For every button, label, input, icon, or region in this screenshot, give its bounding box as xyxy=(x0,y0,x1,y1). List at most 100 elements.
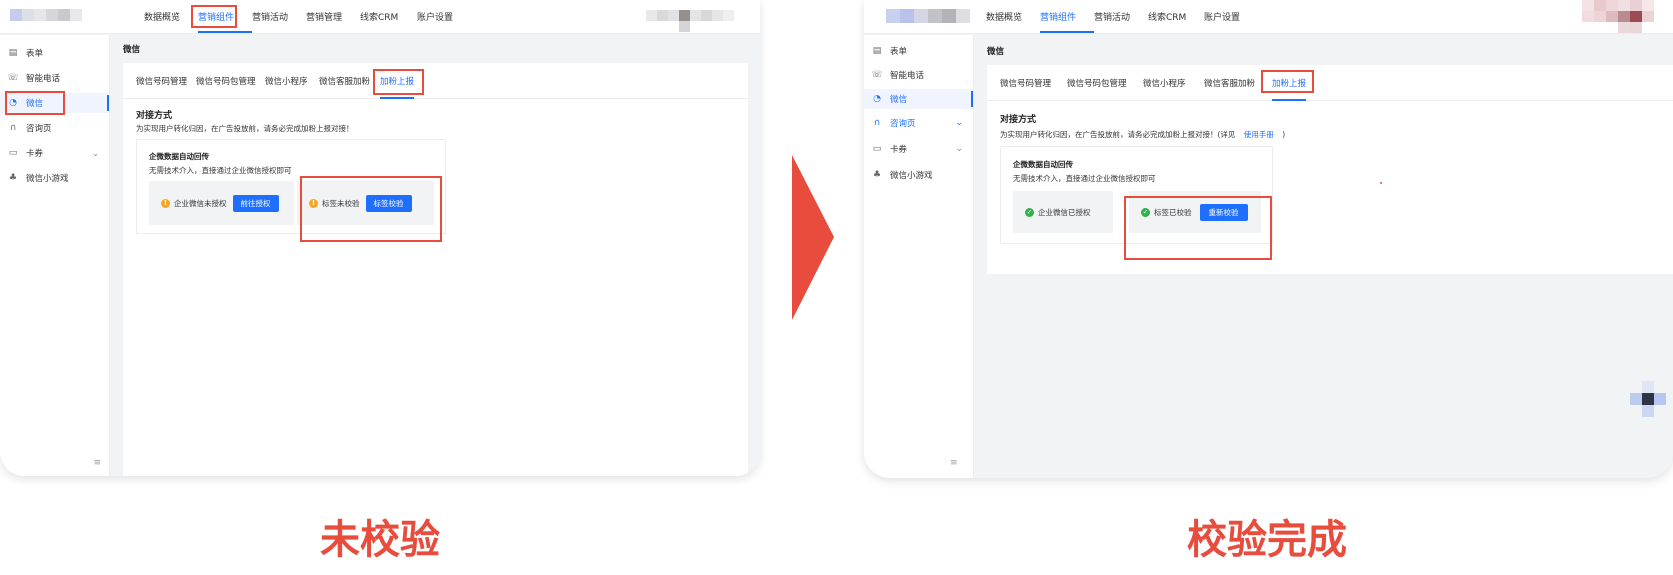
check-circle-icon: ✓ xyxy=(1025,207,1034,217)
floating-widget-mosaic[interactable] xyxy=(1630,381,1666,417)
section-title: 对接方式 xyxy=(1000,115,1037,125)
tab-wechat-service-follow[interactable]: 微信客服加粉 xyxy=(1204,65,1255,100)
nav-label: 数据概览 xyxy=(986,13,1023,23)
nav-marketing-components[interactable]: 营销组件 xyxy=(198,0,252,33)
nav-leads-crm[interactable]: 线索CRM xyxy=(360,0,417,33)
nav-account-settings[interactable]: 账户设置 xyxy=(1204,0,1258,33)
sidebar-item-label: 微信小游戏 xyxy=(26,174,69,184)
sidebar-item-consult[interactable]: ∩ 咨询页 ⌄ xyxy=(864,113,973,133)
sidebar-item-phone[interactable]: ☏ 智能电话 xyxy=(864,65,973,85)
section-title: 对接方式 xyxy=(136,111,173,121)
tag-verify-status: ✓ 标签已校验 重新校验 xyxy=(1129,191,1261,233)
nav-marketing-activities[interactable]: 营销活动 xyxy=(1094,0,1148,33)
phone-icon: ☏ xyxy=(871,70,883,80)
main-nav: 数据概览 营销组件 营销活动 线索CRM 账户设置 xyxy=(986,0,1258,33)
tab-wechat-service-follow[interactable]: 微信客服加粉 xyxy=(319,63,370,98)
user-avatar-mosaic[interactable] xyxy=(1582,0,1666,33)
tab-label: 加粉上报 xyxy=(380,76,415,87)
nav-marketing-activities[interactable]: 营销活动 xyxy=(252,0,306,33)
nav-marketing-components[interactable]: 营销组件 xyxy=(1040,0,1094,33)
sidebar-item-coupons[interactable]: ▭ 卡券 ⌄ xyxy=(0,143,109,163)
verify-tag-button[interactable]: 标签校验 xyxy=(365,194,412,212)
main-content: 微信 微信号码管理 微信号码包管理 微信小程序 微信客服加粉 加粉上报 对接方式… xyxy=(975,35,1673,478)
headset-icon: ∩ xyxy=(9,123,17,133)
nav-label: 账户设置 xyxy=(1204,13,1241,23)
sidebar-item-form[interactable]: ▤ 表单 xyxy=(0,43,109,63)
sidebar-item-label: 咨询页 xyxy=(890,119,916,129)
reverify-button[interactable]: 重新校验 xyxy=(1199,203,1248,221)
tab-label: 加粉上报 xyxy=(1272,78,1307,89)
tab-label: 微信号码管理 xyxy=(136,76,188,87)
description-text: 为实现用户转化归因，在广告投放前，请务必完成加粉上报对接！(详见 xyxy=(1000,130,1236,139)
section-description: 为实现用户转化归因，在广告投放前，请务必完成加粉上报对接！(详见 使用手册 ) xyxy=(1000,129,1285,140)
card-title: 企微数据自动回传 xyxy=(1013,160,1073,169)
nav-account-settings[interactable]: 账户设置 xyxy=(417,0,471,33)
top-nav-bar: 数据概览 营销组件 营销活动 线索CRM 账户设置 xyxy=(864,0,1673,34)
collapse-sidebar-icon[interactable]: ≡ xyxy=(950,458,958,468)
screenshot-before: 数据概览 营销组件 营销活动 营销管理 线索CRM 账户设置 ▤ 表单 ☏ 智能电话… xyxy=(0,0,760,476)
sidebar-item-label: 智能电话 xyxy=(26,74,61,84)
tab-wechat-number-packs[interactable]: 微信号码包管理 xyxy=(1067,65,1127,100)
card-description: 无需技术介入，直接通过企业微信授权即可 xyxy=(1013,174,1156,183)
sidebar-item-minigame[interactable]: ♣ 微信小游戏 xyxy=(864,165,973,185)
tab-follow-report[interactable]: 加粉上报 xyxy=(1272,65,1307,101)
sidebar-item-label: 卡券 xyxy=(26,149,44,159)
chevron-down-icon: ⌄ xyxy=(955,118,963,128)
tab-label: 微信客服加粉 xyxy=(1204,78,1256,89)
card-title: 企微数据自动回传 xyxy=(149,152,209,161)
user-avatar-mosaic[interactable] xyxy=(646,10,734,32)
integration-card: 企微数据自动回传 无需技术介入，直接通过企业微信授权即可 ! 企业微信未授权 前… xyxy=(136,139,446,234)
tab-label: 微信小程序 xyxy=(1143,78,1186,89)
sidebar-item-coupons[interactable]: ▭ 卡券 ⌄ xyxy=(864,139,973,159)
go-authorize-button[interactable]: 前往授权 xyxy=(232,194,279,212)
game-icon: ♣ xyxy=(872,170,882,180)
sidebar: ▤ 表单 ☏ 智能电话 ◔ 微信 ∩ 咨询页 ▭ 卡券 ⌄ ♣ 微信小游戏 ≡ xyxy=(0,35,110,476)
wechat-icon: ◔ xyxy=(873,94,881,104)
form-icon: ▤ xyxy=(8,48,18,58)
sidebar-item-label: 卡券 xyxy=(890,145,908,155)
phone-icon: ☏ xyxy=(7,73,19,83)
tab-wechat-number-packs[interactable]: 微信号码包管理 xyxy=(196,63,256,98)
tab-wechat-numbers[interactable]: 微信号码管理 xyxy=(1000,65,1051,100)
chevron-down-icon: ⌄ xyxy=(92,148,99,158)
sidebar-item-minigame[interactable]: ♣ 微信小游戏 xyxy=(0,168,109,188)
red-dot xyxy=(1380,182,1382,184)
integration-card: 企微数据自动回传 无需技术介入，直接通过企业微信授权即可 ✓ 企业微信已授权 ✓… xyxy=(1000,146,1273,244)
tab-label: 微信客服加粉 xyxy=(319,76,371,87)
top-nav-bar: 数据概览 营销组件 营销活动 营销管理 线索CRM 账户设置 xyxy=(0,0,760,34)
section-description: 为实现用户转化归因，在广告投放前，请务必完成加粉上报对接！ xyxy=(136,124,354,133)
sidebar-item-label: 智能电话 xyxy=(890,71,925,81)
tab-label: 微信号码包管理 xyxy=(196,76,256,87)
card-description: 无需技术介入，直接通过企业微信授权即可 xyxy=(149,166,292,175)
sidebar-item-wechat[interactable]: ◔ 微信 xyxy=(0,93,109,113)
sidebar-item-label: 微信 xyxy=(26,99,44,109)
nav-leads-crm[interactable]: 线索CRM xyxy=(1148,0,1204,33)
nav-overview[interactable]: 数据概览 xyxy=(986,0,1040,33)
nav-label: 营销活动 xyxy=(1094,13,1131,23)
screenshot-after: 数据概览 营销组件 营销活动 线索CRM 账户设置 ▤ 表单 ☏ 智能电话 ◔ 微信 … xyxy=(864,0,1673,478)
sidebar: ▤ 表单 ☏ 智能电话 ◔ 微信 ∩ 咨询页 ⌄ ▭ 卡券 ⌄ ♣ 微信小游戏 ≡ xyxy=(864,35,974,478)
collapse-sidebar-icon[interactable]: ≡ xyxy=(93,458,101,468)
nav-label: 营销组件 xyxy=(1040,13,1077,23)
form-icon: ▤ xyxy=(872,46,882,56)
wecom-auth-status: ! 企业微信未授权 前往授权 xyxy=(149,181,294,225)
card-icon: ▭ xyxy=(872,144,882,154)
nav-overview[interactable]: 数据概览 xyxy=(144,0,198,33)
nav-marketing-management[interactable]: 营销管理 xyxy=(306,0,360,33)
chevron-down-icon: ⌄ xyxy=(955,144,963,154)
tab-wechat-miniprogram[interactable]: 微信小程序 xyxy=(1143,65,1186,100)
tab-wechat-miniprogram[interactable]: 微信小程序 xyxy=(265,63,308,98)
sidebar-item-label: 咨询页 xyxy=(26,124,52,134)
tab-follow-report[interactable]: 加粉上报 xyxy=(380,63,415,99)
user-manual-link[interactable]: 使用手册 xyxy=(1244,130,1274,139)
sidebar-item-wechat[interactable]: ◔ 微信 xyxy=(864,89,973,109)
tab-label: 微信号码管理 xyxy=(1000,78,1052,89)
sidebar-item-consult[interactable]: ∩ 咨询页 xyxy=(0,118,109,138)
page-title: 微信 xyxy=(987,47,1005,57)
sidebar-item-phone[interactable]: ☏ 智能电话 xyxy=(0,68,109,88)
card-icon: ▭ xyxy=(8,148,18,158)
status-text: 企业微信未授权 xyxy=(174,198,227,208)
sidebar-item-form[interactable]: ▤ 表单 xyxy=(864,41,973,61)
tab-wechat-numbers[interactable]: 微信号码管理 xyxy=(136,63,187,98)
nav-label: 营销组件 xyxy=(198,13,235,23)
